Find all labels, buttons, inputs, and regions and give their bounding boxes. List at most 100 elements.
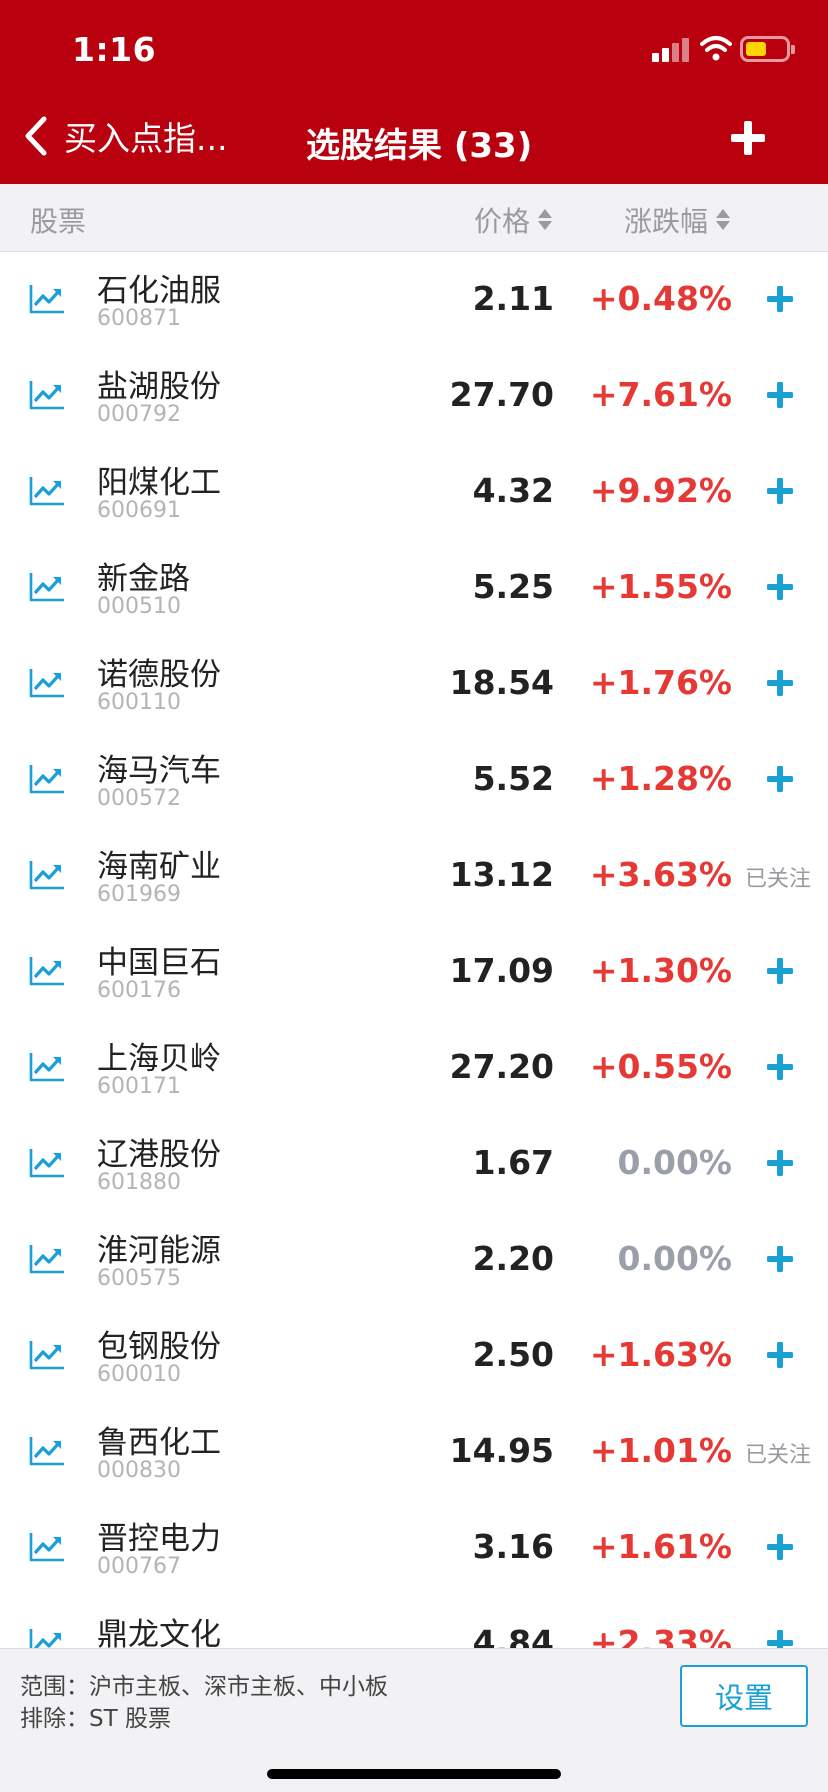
column-change-sort[interactable]: 涨跌幅	[624, 200, 731, 240]
add-watchlist-plus-icon[interactable]	[766, 1245, 794, 1273]
trend-chart-icon[interactable]	[28, 1627, 66, 1648]
trend-chart-icon[interactable]	[28, 1051, 66, 1083]
stock-row[interactable]: 阳煤化工 600691 4.32 +9.92%	[0, 445, 828, 541]
stock-change: 0.00%	[617, 1239, 733, 1278]
trend-chart-icon[interactable]	[28, 1339, 66, 1371]
stock-price: 5.52	[472, 759, 554, 798]
stock-code: 600691	[97, 498, 181, 523]
trend-chart-icon[interactable]	[28, 475, 66, 507]
add-watchlist-plus-icon[interactable]	[766, 381, 794, 409]
stock-code: 000572	[97, 786, 181, 811]
add-watchlist-plus-icon[interactable]	[766, 573, 794, 601]
wifi-icon	[700, 36, 732, 61]
stock-change: +1.01%	[589, 1431, 732, 1470]
stock-row[interactable]: 辽港股份 601880 1.67 0.00%	[0, 1117, 828, 1213]
stock-name: 诺德股份	[97, 657, 221, 693]
add-watchlist-plus-icon[interactable]	[766, 1629, 794, 1648]
stock-row[interactable]: 包钢股份 600010 2.50 +1.63%	[0, 1309, 828, 1405]
stock-price: 27.20	[449, 1047, 554, 1086]
stock-row[interactable]: 鼎龙文化 4.84 +2.33%	[0, 1597, 828, 1648]
stock-name: 辽港股份	[97, 1137, 221, 1173]
stock-row[interactable]: 鲁西化工 000830 14.95 +1.01% 已关注	[0, 1405, 828, 1501]
trend-chart-icon[interactable]	[28, 1531, 66, 1563]
stock-name: 阳煤化工	[97, 465, 221, 501]
add-watchlist-plus-icon[interactable]	[766, 1341, 794, 1369]
stock-price: 13.12	[449, 855, 554, 894]
stock-price: 3.16	[472, 1527, 554, 1566]
stock-name: 包钢股份	[97, 1329, 221, 1365]
back-label: 买入点指...	[64, 119, 228, 158]
trend-chart-icon[interactable]	[28, 1147, 66, 1179]
status-time: 1:16	[72, 30, 157, 69]
stock-code: 600171	[97, 1074, 181, 1099]
stock-price: 27.70	[449, 375, 554, 414]
add-watchlist-plus-icon[interactable]	[766, 1533, 794, 1561]
add-watchlist-plus-icon[interactable]	[766, 1053, 794, 1081]
stock-code: 000767	[97, 1554, 181, 1579]
stock-name: 鲁西化工	[97, 1425, 221, 1461]
stock-change: +3.63%	[589, 855, 732, 894]
stock-price: 2.50	[472, 1335, 554, 1374]
add-watchlist-plus-icon[interactable]	[766, 285, 794, 313]
page-title: 选股结果 (33)	[306, 126, 533, 166]
stock-code: 601880	[97, 1170, 181, 1195]
stock-price: 4.84	[472, 1623, 554, 1648]
stock-name: 石化油服	[97, 273, 221, 309]
stock-list[interactable]: 石化油服 600871 2.11 +0.48% 盐湖股份 000792 27.70 +7.61…	[0, 253, 828, 1648]
stock-code: 600110	[97, 690, 181, 715]
stock-change: +1.76%	[589, 663, 732, 702]
stock-code: 600575	[97, 1266, 181, 1291]
add-watchlist-plus-icon[interactable]	[766, 1149, 794, 1177]
stock-price: 2.20	[472, 1239, 554, 1278]
add-watchlist-plus-icon[interactable]	[766, 765, 794, 793]
add-watchlist-plus-icon[interactable]	[766, 669, 794, 697]
column-header: 股票 价格 涨跌幅	[0, 184, 828, 252]
stock-row[interactable]: 石化油服 600871 2.11 +0.48%	[0, 253, 828, 349]
column-price-sort[interactable]: 价格	[474, 200, 553, 240]
sort-icon	[716, 207, 731, 233]
add-plus-icon[interactable]	[728, 118, 768, 158]
stock-row[interactable]: 新金路 000510 5.25 +1.55%	[0, 541, 828, 637]
trend-chart-icon[interactable]	[28, 763, 66, 795]
stock-name: 上海贝岭	[97, 1041, 221, 1077]
stock-price: 17.09	[449, 951, 554, 990]
followed-label: 已关注	[745, 1443, 812, 1468]
stock-change: +1.28%	[589, 759, 732, 798]
signal-icon	[652, 38, 690, 62]
stock-code: 600010	[97, 1362, 181, 1387]
stock-change: +0.55%	[589, 1047, 732, 1086]
chevron-left-icon	[25, 116, 47, 156]
add-watchlist-plus-icon[interactable]	[766, 957, 794, 985]
stock-row[interactable]: 盐湖股份 000792 27.70 +7.61%	[0, 349, 828, 445]
stock-row[interactable]: 诺德股份 600110 18.54 +1.76%	[0, 637, 828, 733]
stock-name: 淮河能源	[97, 1233, 221, 1269]
stock-change: +1.30%	[589, 951, 732, 990]
stock-row[interactable]: 海马汽车 000572 5.52 +1.28%	[0, 733, 828, 829]
back-button[interactable]: 买入点指...	[20, 112, 227, 160]
stock-code: 600871	[97, 306, 181, 331]
stock-price: 2.11	[472, 279, 554, 318]
stock-row[interactable]: 淮河能源 600575 2.20 0.00%	[0, 1213, 828, 1309]
stock-row[interactable]: 海南矿业 601969 13.12 +3.63% 已关注	[0, 829, 828, 925]
trend-chart-icon[interactable]	[28, 667, 66, 699]
trend-chart-icon[interactable]	[28, 1243, 66, 1275]
stock-row[interactable]: 上海贝岭 600171 27.20 +0.55%	[0, 1021, 828, 1117]
stock-row[interactable]: 中国巨石 600176 17.09 +1.30%	[0, 925, 828, 1021]
stock-code: 000510	[97, 594, 181, 619]
trend-chart-icon[interactable]	[28, 379, 66, 411]
trend-chart-icon[interactable]	[28, 571, 66, 603]
stock-price: 4.32	[472, 471, 554, 510]
battery-icon	[740, 36, 795, 62]
stock-name: 海马汽车	[97, 753, 221, 789]
trend-chart-icon[interactable]	[28, 1435, 66, 1467]
stock-row[interactable]: 晋控电力 000767 3.16 +1.61%	[0, 1501, 828, 1597]
trend-chart-icon[interactable]	[28, 955, 66, 987]
trend-chart-icon[interactable]	[28, 283, 66, 315]
stock-code: 000792	[97, 402, 181, 427]
stock-name: 盐湖股份	[97, 369, 221, 405]
settings-button[interactable]: 设置	[680, 1665, 808, 1727]
stock-code: 600176	[97, 978, 181, 1003]
stock-code: 000830	[97, 1458, 181, 1483]
trend-chart-icon[interactable]	[28, 859, 66, 891]
add-watchlist-plus-icon[interactable]	[766, 477, 794, 505]
